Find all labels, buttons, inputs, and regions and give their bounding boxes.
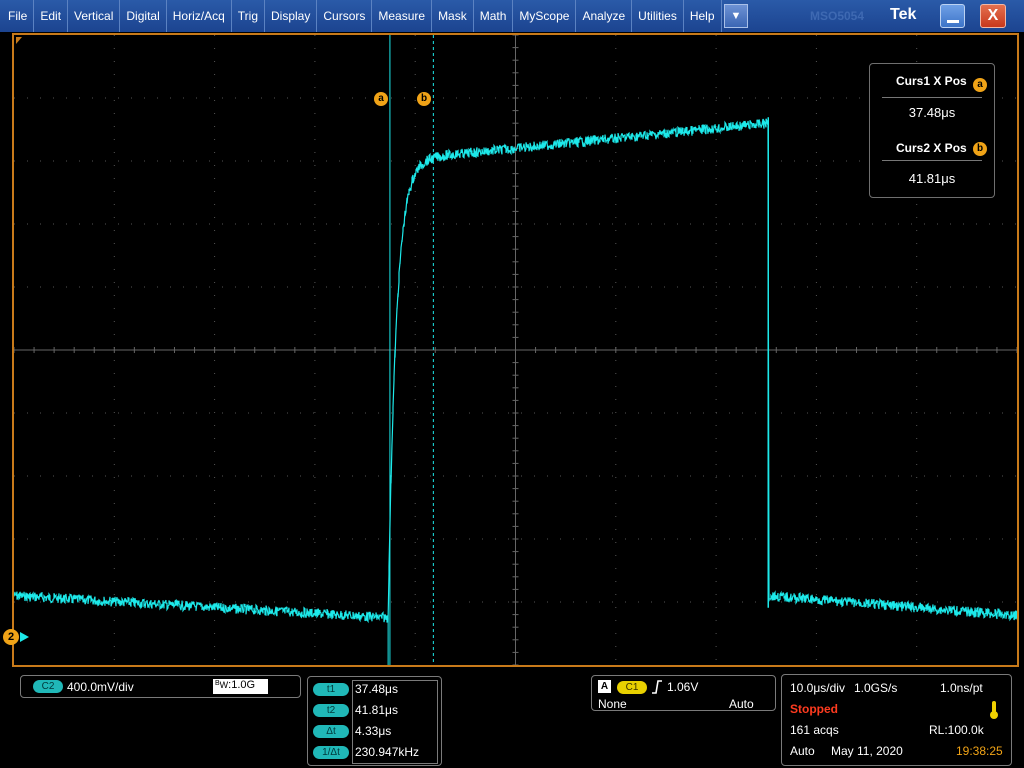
trigger-level: 1.06V [667,680,699,694]
ground-arrow-icon [20,632,29,642]
trigger-position-icon [16,37,22,44]
cursor-row-label: Δt [313,725,349,738]
menu-trig[interactable]: Trig [232,0,265,32]
acquisition-count: 161 acqs [790,723,839,737]
trigger-source-tag: C1 [617,681,647,694]
menu-measure[interactable]: Measure [372,0,433,32]
cursor-a-badge[interactable]: a [374,92,388,106]
curs1-title: Curs1 X Pos [896,74,967,88]
curs2-value: 41.81μs [908,171,956,186]
chevron-down-icon: ▼ [730,10,742,22]
trigger-auto-label: Auto [729,697,754,711]
graticule [14,35,1017,665]
cursor-b-icon: b [973,142,987,156]
timebase: 10.0μs/div [790,681,845,695]
sample-rate: 1.0GS/s [854,681,898,695]
menu-file[interactable]: File [0,0,35,32]
model-watermark: MSO5054 [810,9,865,23]
menu-vertical[interactable]: Vertical [68,0,121,32]
cursor-row-value: 4.33μs [355,724,392,738]
close-button[interactable]: X [980,4,1006,28]
menu-help[interactable]: Help [684,0,722,32]
trigger-coupling: None [598,697,627,711]
menu-items: File Edit Vertical Digital Horiz/Acq Trig Disp… [0,0,722,32]
bw-prefix: B [215,680,220,687]
divider [882,160,982,161]
resolution: 1.0ns/pt [940,681,983,695]
cursor-a-icon: a [973,78,987,92]
tek-logo: Tek [890,6,917,23]
cursor-b-badge[interactable]: b [417,92,431,106]
menu-cursors[interactable]: Cursors [317,0,373,32]
cursor-row-value: 41.81μs [355,703,398,717]
menu-horiz-acq[interactable]: Horiz/Acq [167,0,232,32]
bandwidth-field[interactable]: BW:1.0G [213,679,268,694]
trigger-readout[interactable]: A C1 1.06V None Auto [591,675,776,711]
menu-dropdown-button[interactable]: ▼ [724,4,748,28]
time: 19:38:25 [956,744,1003,758]
cursor-row-value: 37.48μs [355,682,398,696]
menu-bar: File Edit Vertical Digital Horiz/Acq Trig Disp… [0,0,1024,32]
rising-edge-icon [652,680,662,694]
curs1-value: 37.48μs [908,105,956,120]
minimize-icon [947,20,959,23]
cursor-row-label: t2 [313,704,349,717]
cursor-row-label: 1/Δt [313,746,349,759]
date: May 11, 2020 [831,744,903,758]
channel2-scale: 400.0mV/div [67,680,134,694]
cursor-row-value: 230.947kHz [355,745,420,759]
thermometer-bulb [990,711,998,719]
menu-digital[interactable]: Digital [120,0,167,32]
menu-utilities[interactable]: Utilities [632,0,684,32]
record-length: RL:100.0k [929,723,984,737]
acquisition-readout[interactable]: 10.0μs/div 1.0GS/s 1.0ns/pt Stopped 161 … [781,674,1012,766]
menu-mask[interactable]: Mask [432,0,474,32]
acquisition-state: Stopped [790,702,838,716]
divider [882,97,982,98]
menu-edit[interactable]: Edit [34,0,69,32]
cursor-readout-panel[interactable]: Curs1 X Pos a 37.48μs Curs2 X Pos b 41.8… [869,63,995,198]
channel2-tag: C2 [33,680,63,693]
bw-value: :1.0G [228,679,256,691]
channel2-ground-marker[interactable]: 2 [3,629,19,645]
close-icon: X [987,7,999,24]
minimize-button[interactable] [940,4,965,28]
acquisition-mode: Auto [790,744,815,758]
menu-math[interactable]: Math [474,0,514,32]
menu-analyze[interactable]: Analyze [576,0,633,32]
waveform-display[interactable] [12,33,1019,667]
trigger-a-box: A [598,680,611,693]
channel2-readout[interactable]: C2 400.0mV/div BW:1.0G [20,675,301,698]
bw-sub: W [219,680,229,690]
menu-myscope[interactable]: MyScope [513,0,577,32]
curs2-title: Curs2 X Pos [896,141,967,155]
menu-display[interactable]: Display [265,0,318,32]
cursor-row-label: t1 [313,683,349,696]
